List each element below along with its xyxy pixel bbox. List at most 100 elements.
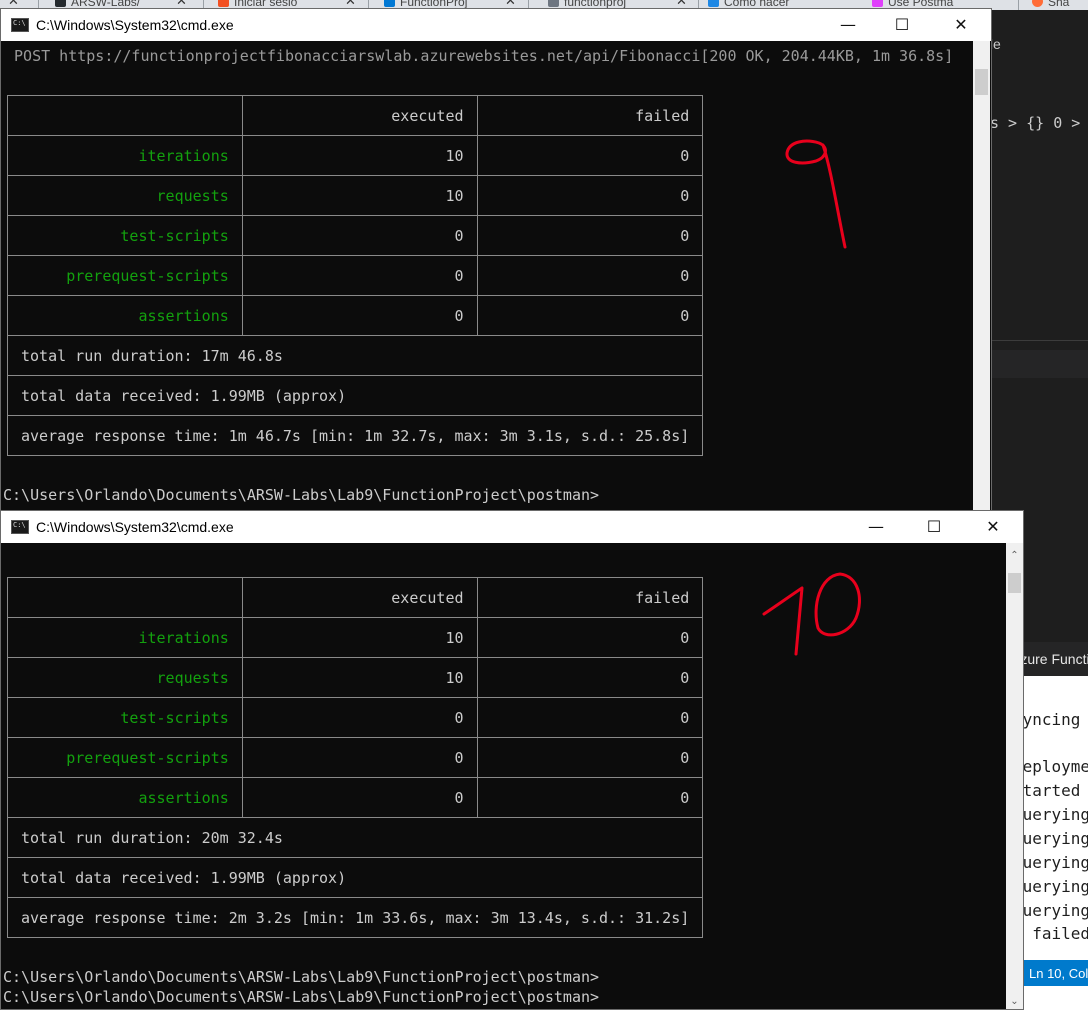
tab-separator [1018, 0, 1019, 10]
results-table: executed failed iterations 10 0 requests… [6, 577, 704, 938]
header-cell: failed [476, 577, 704, 618]
postman-icon [872, 0, 883, 7]
status-bar-position[interactable]: Ln 10, Col [1023, 960, 1088, 986]
minimize-button[interactable]: — [853, 511, 899, 543]
summary-row: average response time: 2m 3.2s [min: 1m … [6, 897, 704, 938]
table-row: requests 10 0 [7, 175, 704, 216]
data-received: total data received: 1.99MB (approx) [6, 857, 704, 898]
failed-cell: 0 [476, 215, 704, 256]
row-label: requests [7, 657, 243, 698]
handwritten-annotation-9: 9 [771, 129, 847, 249]
row-label: test-scripts [7, 697, 243, 738]
vertical-scrollbar[interactable] [973, 41, 990, 512]
summary-row: total data received: 1.99MB (approx) [6, 375, 704, 416]
header-cell: executed [241, 577, 478, 618]
row-label: prerequest-scripts [7, 737, 243, 778]
failed-cell: 0 [476, 175, 704, 216]
scroll-thumb[interactable] [975, 69, 988, 95]
window-titlebar[interactable]: C:\Windows\System32\cmd.exe — ☐ ✕ [1, 9, 991, 41]
average-response-time: average response time: 2m 3.2s [min: 1m … [6, 897, 704, 938]
command-prompt[interactable]: C:\Users\Orlando\Documents\ARSW-Labs\Lab… [3, 968, 599, 986]
github-icon [55, 0, 66, 7]
tab-label: Sha [1048, 0, 1070, 9]
table-row: assertions 0 0 [7, 777, 704, 818]
executed-cell: 0 [241, 737, 478, 778]
executed-cell: 10 [241, 175, 478, 216]
annotation-stroke [762, 586, 804, 656]
cmd-icon [11, 520, 29, 534]
close-button[interactable]: ✕ [970, 511, 1016, 543]
close-button[interactable]: ✕ [938, 9, 984, 41]
executed-cell: 0 [241, 295, 478, 336]
output-line: Querying [1023, 877, 1088, 896]
tools-icon [708, 0, 719, 7]
data-received: total data received: 1.99MB (approx) [6, 375, 704, 416]
row-label: assertions [7, 777, 243, 818]
minimize-button[interactable]: — [825, 9, 871, 41]
row-label: assertions [7, 295, 243, 336]
maximize-button[interactable]: ☐ [879, 9, 925, 41]
breadcrumbs[interactable]: s > {} 0 > [ [990, 114, 1088, 132]
failed-cell: 0 [476, 777, 704, 818]
output-panel: Azure Functions Syncing Deployment Start… [1023, 642, 1088, 1010]
cmd-window-2: C:\Windows\System32\cmd.exe — ☐ ✕ ⌃ ⌄ ex… [0, 510, 1024, 1010]
table-row: iterations 10 0 [7, 617, 704, 658]
maximize-button[interactable]: ☐ [911, 511, 957, 543]
table-row: test-scripts 0 0 [7, 215, 704, 256]
output-line: t failed [1023, 924, 1088, 943]
output-line: Deployment [1023, 757, 1088, 776]
failed-cell: 0 [476, 617, 704, 658]
scroll-down-arrow-icon[interactable]: ⌄ [1006, 993, 1023, 1009]
executed-cell: 10 [241, 617, 478, 658]
annotation-stroke [814, 572, 861, 637]
annotation-text: 10 [756, 566, 758, 567]
table-row: requests 10 0 [7, 657, 704, 698]
github-icon [548, 0, 559, 7]
row-label: test-scripts [7, 215, 243, 256]
failed-cell: 0 [476, 657, 704, 698]
output-line: Querying [1023, 829, 1088, 848]
handwritten-annotation-10: 10 [756, 566, 861, 656]
table-row: test-scripts 0 0 [7, 697, 704, 738]
executed-cell: 0 [241, 215, 478, 256]
vertical-scrollbar[interactable]: ⌃ ⌄ [1006, 543, 1023, 1009]
table-header-row: executed failed [7, 577, 704, 618]
panel-title: Azure Functions [1023, 642, 1088, 676]
failed-cell: 0 [476, 295, 704, 336]
scroll-up-arrow-icon[interactable]: ⌃ [1006, 547, 1023, 564]
table-row: prerequest-scripts 0 0 [7, 255, 704, 296]
cmd-window-1: C:\Windows\System32\cmd.exe — ☐ ✕ POST h… [0, 8, 992, 513]
row-label: iterations [7, 135, 243, 176]
executed-cell: 10 [241, 657, 478, 698]
scroll-thumb[interactable] [1008, 573, 1021, 593]
request-line: POST https://functionprojectfibonacciars… [5, 47, 954, 65]
row-label: requests [7, 175, 243, 216]
row-label: prerequest-scripts [7, 255, 243, 296]
table-row: assertions 0 0 [7, 295, 704, 336]
executed-cell: 0 [241, 777, 478, 818]
command-prompt[interactable]: C:\Users\Orlando\Documents\ARSW-Labs\Lab… [3, 988, 599, 1006]
executed-cell: 10 [241, 135, 478, 176]
browser-tab[interactable]: Sha [1032, 0, 1088, 10]
output-line: Syncing [1023, 710, 1081, 729]
results-table: executed failed iterations 10 0 requests… [6, 95, 704, 456]
divider [990, 340, 1088, 341]
average-response-time: average response time: 1m 46.7s [min: 1m… [6, 415, 704, 456]
annotation-stroke [785, 139, 847, 249]
failed-cell: 0 [476, 737, 704, 778]
cmd-icon [11, 18, 29, 32]
window-title: C:\Windows\System32\cmd.exe [36, 17, 234, 33]
row-label: iterations [7, 617, 243, 658]
command-prompt[interactable]: C:\Users\Orlando\Documents\ARSW-Labs\Lab… [3, 486, 599, 504]
annotation-text: 9 [771, 129, 772, 130]
summary-row: average response time: 1m 46.7s [min: 1m… [6, 415, 704, 456]
window-titlebar[interactable]: C:\Windows\System32\cmd.exe — ☐ ✕ [1, 511, 1023, 543]
window-title: C:\Windows\System32\cmd.exe [36, 519, 234, 535]
microsoft-icon [218, 0, 229, 7]
run-duration: total run duration: 20m 32.4s [6, 817, 704, 858]
failed-cell: 0 [476, 135, 704, 176]
summary-row: total run duration: 17m 46.8s [6, 335, 704, 376]
header-cell [7, 95, 243, 136]
header-cell [7, 577, 243, 618]
executed-cell: 0 [241, 697, 478, 738]
